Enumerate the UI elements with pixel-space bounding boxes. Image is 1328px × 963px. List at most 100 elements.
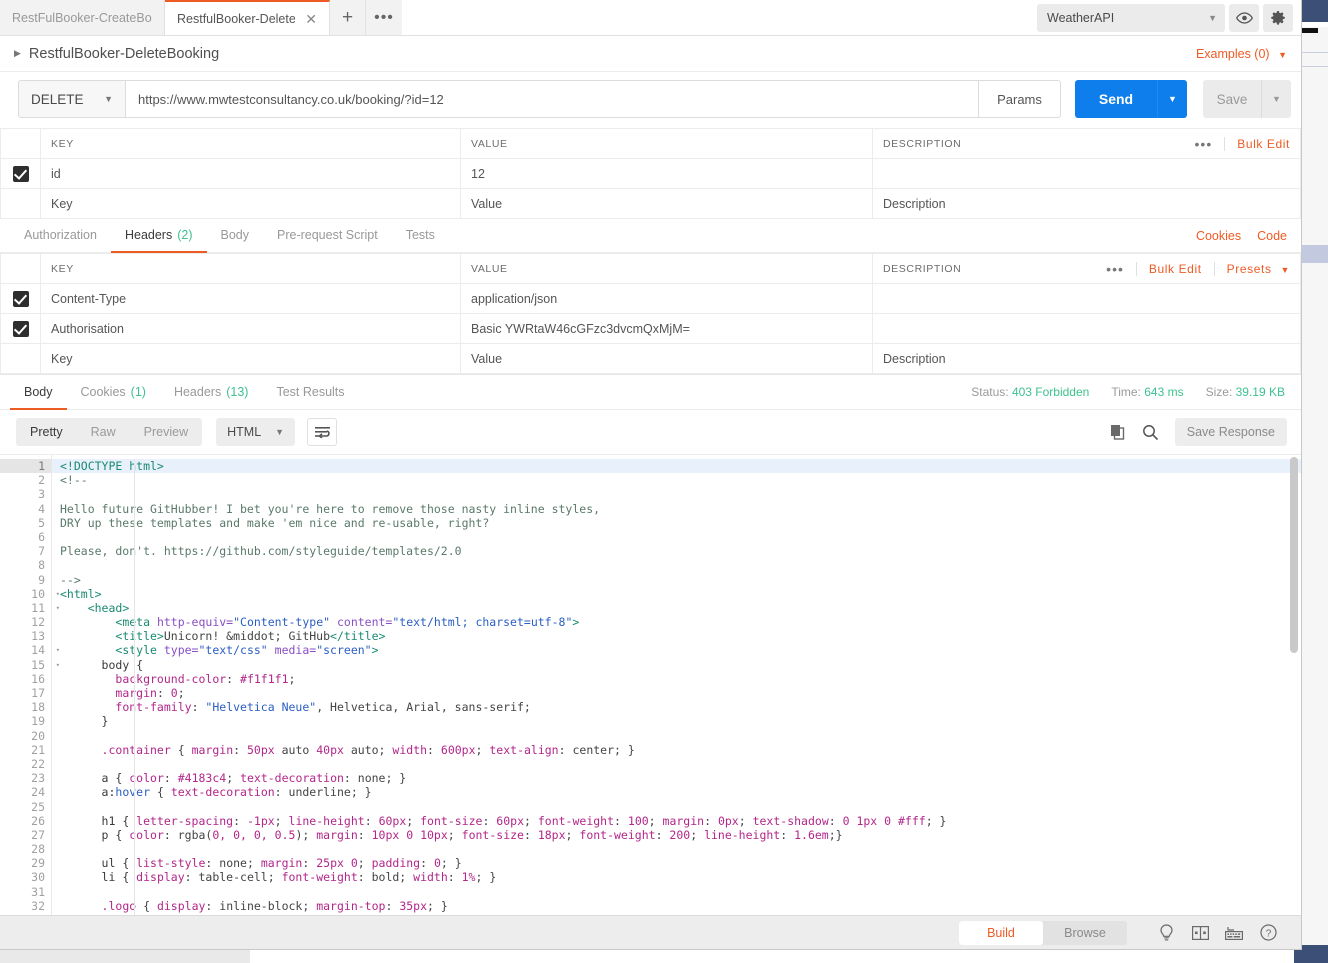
copy-icon[interactable]: [1110, 424, 1126, 440]
table-row[interactable]: id 12: [0, 158, 1301, 189]
code-link[interactable]: Code: [1257, 229, 1287, 243]
headers-empty-description[interactable]: Description: [872, 343, 1301, 374]
table-row[interactable]: Content-Type application/json: [0, 283, 1301, 314]
response-tab-test-results[interactable]: Test Results: [262, 375, 358, 410]
headers-presets-button[interactable]: Presets ▼: [1227, 262, 1290, 276]
code-token: a:: [101, 785, 116, 800]
response-tab-body[interactable]: Body: [10, 375, 67, 410]
header-row-key[interactable]: Authorisation: [40, 313, 461, 344]
search-icon[interactable]: [1142, 424, 1159, 441]
header-row-key[interactable]: Content-Type: [40, 283, 461, 314]
table-row[interactable]: Key Value Description: [0, 343, 1301, 374]
gear-icon[interactable]: [1263, 3, 1293, 32]
view-mode-preview[interactable]: Preview: [130, 418, 202, 446]
scrollbar-thumb[interactable]: [1290, 457, 1298, 653]
line-number: 31: [31, 884, 45, 899]
code-token: :: [233, 813, 247, 828]
tab-headers[interactable]: Headers (2): [110, 219, 207, 253]
params-more-button[interactable]: •••: [1195, 136, 1213, 152]
headers-key-header: KEY: [40, 253, 461, 284]
save-options-button[interactable]: ▼: [1261, 80, 1291, 118]
build-mode-button[interactable]: Build: [959, 920, 1043, 945]
help-icon[interactable]: ?: [1251, 921, 1285, 945]
params-empty-key[interactable]: Key: [40, 188, 461, 219]
browse-mode-button[interactable]: Browse: [1043, 921, 1127, 945]
new-tab-button[interactable]: +: [330, 0, 366, 35]
response-body-viewer[interactable]: 1 2 3 4 5 6 7 8 9 10 ▾ 11 ▾ 12 13 14 ▾ 15 ▾ 16 17 18 19 20 21 22 2…: [0, 454, 1301, 915]
params-empty-description[interactable]: Description: [872, 188, 1301, 219]
code-token: :: [191, 700, 206, 715]
expand-arrow-icon[interactable]: ▶: [14, 48, 21, 59]
headers-empty-value[interactable]: Value: [460, 343, 873, 374]
headers-description-header: DESCRIPTION ••• Bulk Edit Presets ▼: [872, 253, 1301, 284]
environment-select[interactable]: WeatherAPI ▼: [1037, 3, 1225, 32]
word-wrap-icon[interactable]: [307, 418, 338, 446]
params-button[interactable]: Params: [979, 80, 1061, 118]
tab-authorization[interactable]: Authorization: [10, 219, 111, 253]
header-row-value[interactable]: Basic YWRtaW46cGFzc3dvcmQxMjM=: [460, 313, 873, 344]
params-row-key[interactable]: id: [40, 158, 461, 189]
code-token: 600px: [440, 742, 476, 757]
code-token: ;: [288, 671, 296, 686]
tab-tests[interactable]: Tests: [392, 219, 449, 253]
eye-icon[interactable]: [1229, 3, 1259, 32]
url-input[interactable]: https://www.mwtestconsultancy.co.uk/book…: [126, 80, 979, 118]
header-row-description[interactable]: [872, 283, 1301, 314]
header-row-checkbox[interactable]: [0, 313, 41, 344]
send-button[interactable]: Send: [1075, 80, 1157, 118]
code-token: "screen": [316, 643, 372, 658]
http-method-select[interactable]: DELETE ▼: [18, 80, 126, 118]
view-mode-raw[interactable]: Raw: [77, 418, 130, 446]
send-options-button[interactable]: ▼: [1157, 80, 1187, 118]
code-token: 100: [627, 813, 649, 828]
code-token: ;: [177, 686, 185, 700]
table-row[interactable]: Key Value Description: [0, 188, 1301, 219]
code-line: ul { list-style: none; margin: 25px 0; p…: [52, 856, 1301, 870]
code-line: <style type="text/css" media="screen">: [52, 643, 1301, 657]
code-token: ; }: [440, 856, 462, 871]
cookies-link[interactable]: Cookies: [1196, 229, 1241, 243]
examples-button[interactable]: Examples (0) ▼: [1196, 47, 1287, 61]
tab-pre-request-script[interactable]: Pre-request Script: [263, 219, 392, 253]
request-tab-deletebooking[interactable]: RestfulBooker-Delete ✕: [165, 0, 330, 35]
code-token: "Content-type": [233, 615, 337, 630]
line-number: 12: [31, 615, 45, 630]
vertical-scrollbar[interactable]: [1290, 455, 1298, 915]
bulb-icon[interactable]: [1149, 921, 1183, 945]
headers-more-button[interactable]: •••: [1106, 261, 1124, 277]
params-empty-checkbox[interactable]: [0, 188, 41, 219]
view-mode-pretty[interactable]: Pretty: [16, 418, 77, 446]
code-token: :: [420, 856, 434, 871]
response-format-select[interactable]: HTML ▼: [216, 418, 296, 446]
code-token: auto: [274, 742, 317, 757]
code-token: ;: [447, 827, 462, 842]
params-empty-value[interactable]: Value: [460, 188, 873, 219]
keyboard-icon[interactable]: [1217, 921, 1251, 945]
response-tab-cookies[interactable]: Cookies (1): [67, 375, 160, 410]
tab-label: Test Results: [276, 384, 345, 399]
headers-bulk-edit-button[interactable]: Bulk Edit: [1149, 262, 1202, 276]
headers-empty-checkbox[interactable]: [0, 343, 41, 374]
header-row-value[interactable]: application/json: [460, 283, 873, 314]
header-row-description[interactable]: [872, 313, 1301, 344]
params-row-value[interactable]: 12: [460, 158, 873, 189]
code-token: : center; }: [558, 742, 635, 757]
code-token: : rgba(: [163, 827, 213, 842]
layout-icon[interactable]: [1183, 921, 1217, 945]
response-tab-headers[interactable]: Headers (13): [160, 375, 262, 410]
request-tab-createbooking[interactable]: RestFulBooker-CreateBooki: [0, 0, 165, 35]
table-row[interactable]: Authorisation Basic YWRtaW46cGFzc3dvcmQx…: [0, 313, 1301, 344]
response-code[interactable]: <!DOCTYPE html> <!-- Hello future GitHubbe…: [52, 455, 1301, 915]
close-icon[interactable]: ✕: [305, 12, 317, 26]
tab-body[interactable]: Body: [207, 219, 264, 253]
code-token: 18px: [537, 827, 566, 842]
headers-value-header: VALUE: [460, 253, 873, 284]
headers-empty-key[interactable]: Key: [40, 343, 461, 374]
tab-options-button[interactable]: •••: [366, 0, 402, 35]
params-bulk-edit-button[interactable]: Bulk Edit: [1237, 137, 1290, 151]
save-button[interactable]: Save: [1203, 80, 1261, 118]
save-response-button[interactable]: Save Response: [1174, 418, 1287, 446]
header-row-checkbox[interactable]: [0, 283, 41, 314]
params-row-checkbox[interactable]: [0, 158, 41, 189]
params-row-description[interactable]: [872, 158, 1301, 189]
